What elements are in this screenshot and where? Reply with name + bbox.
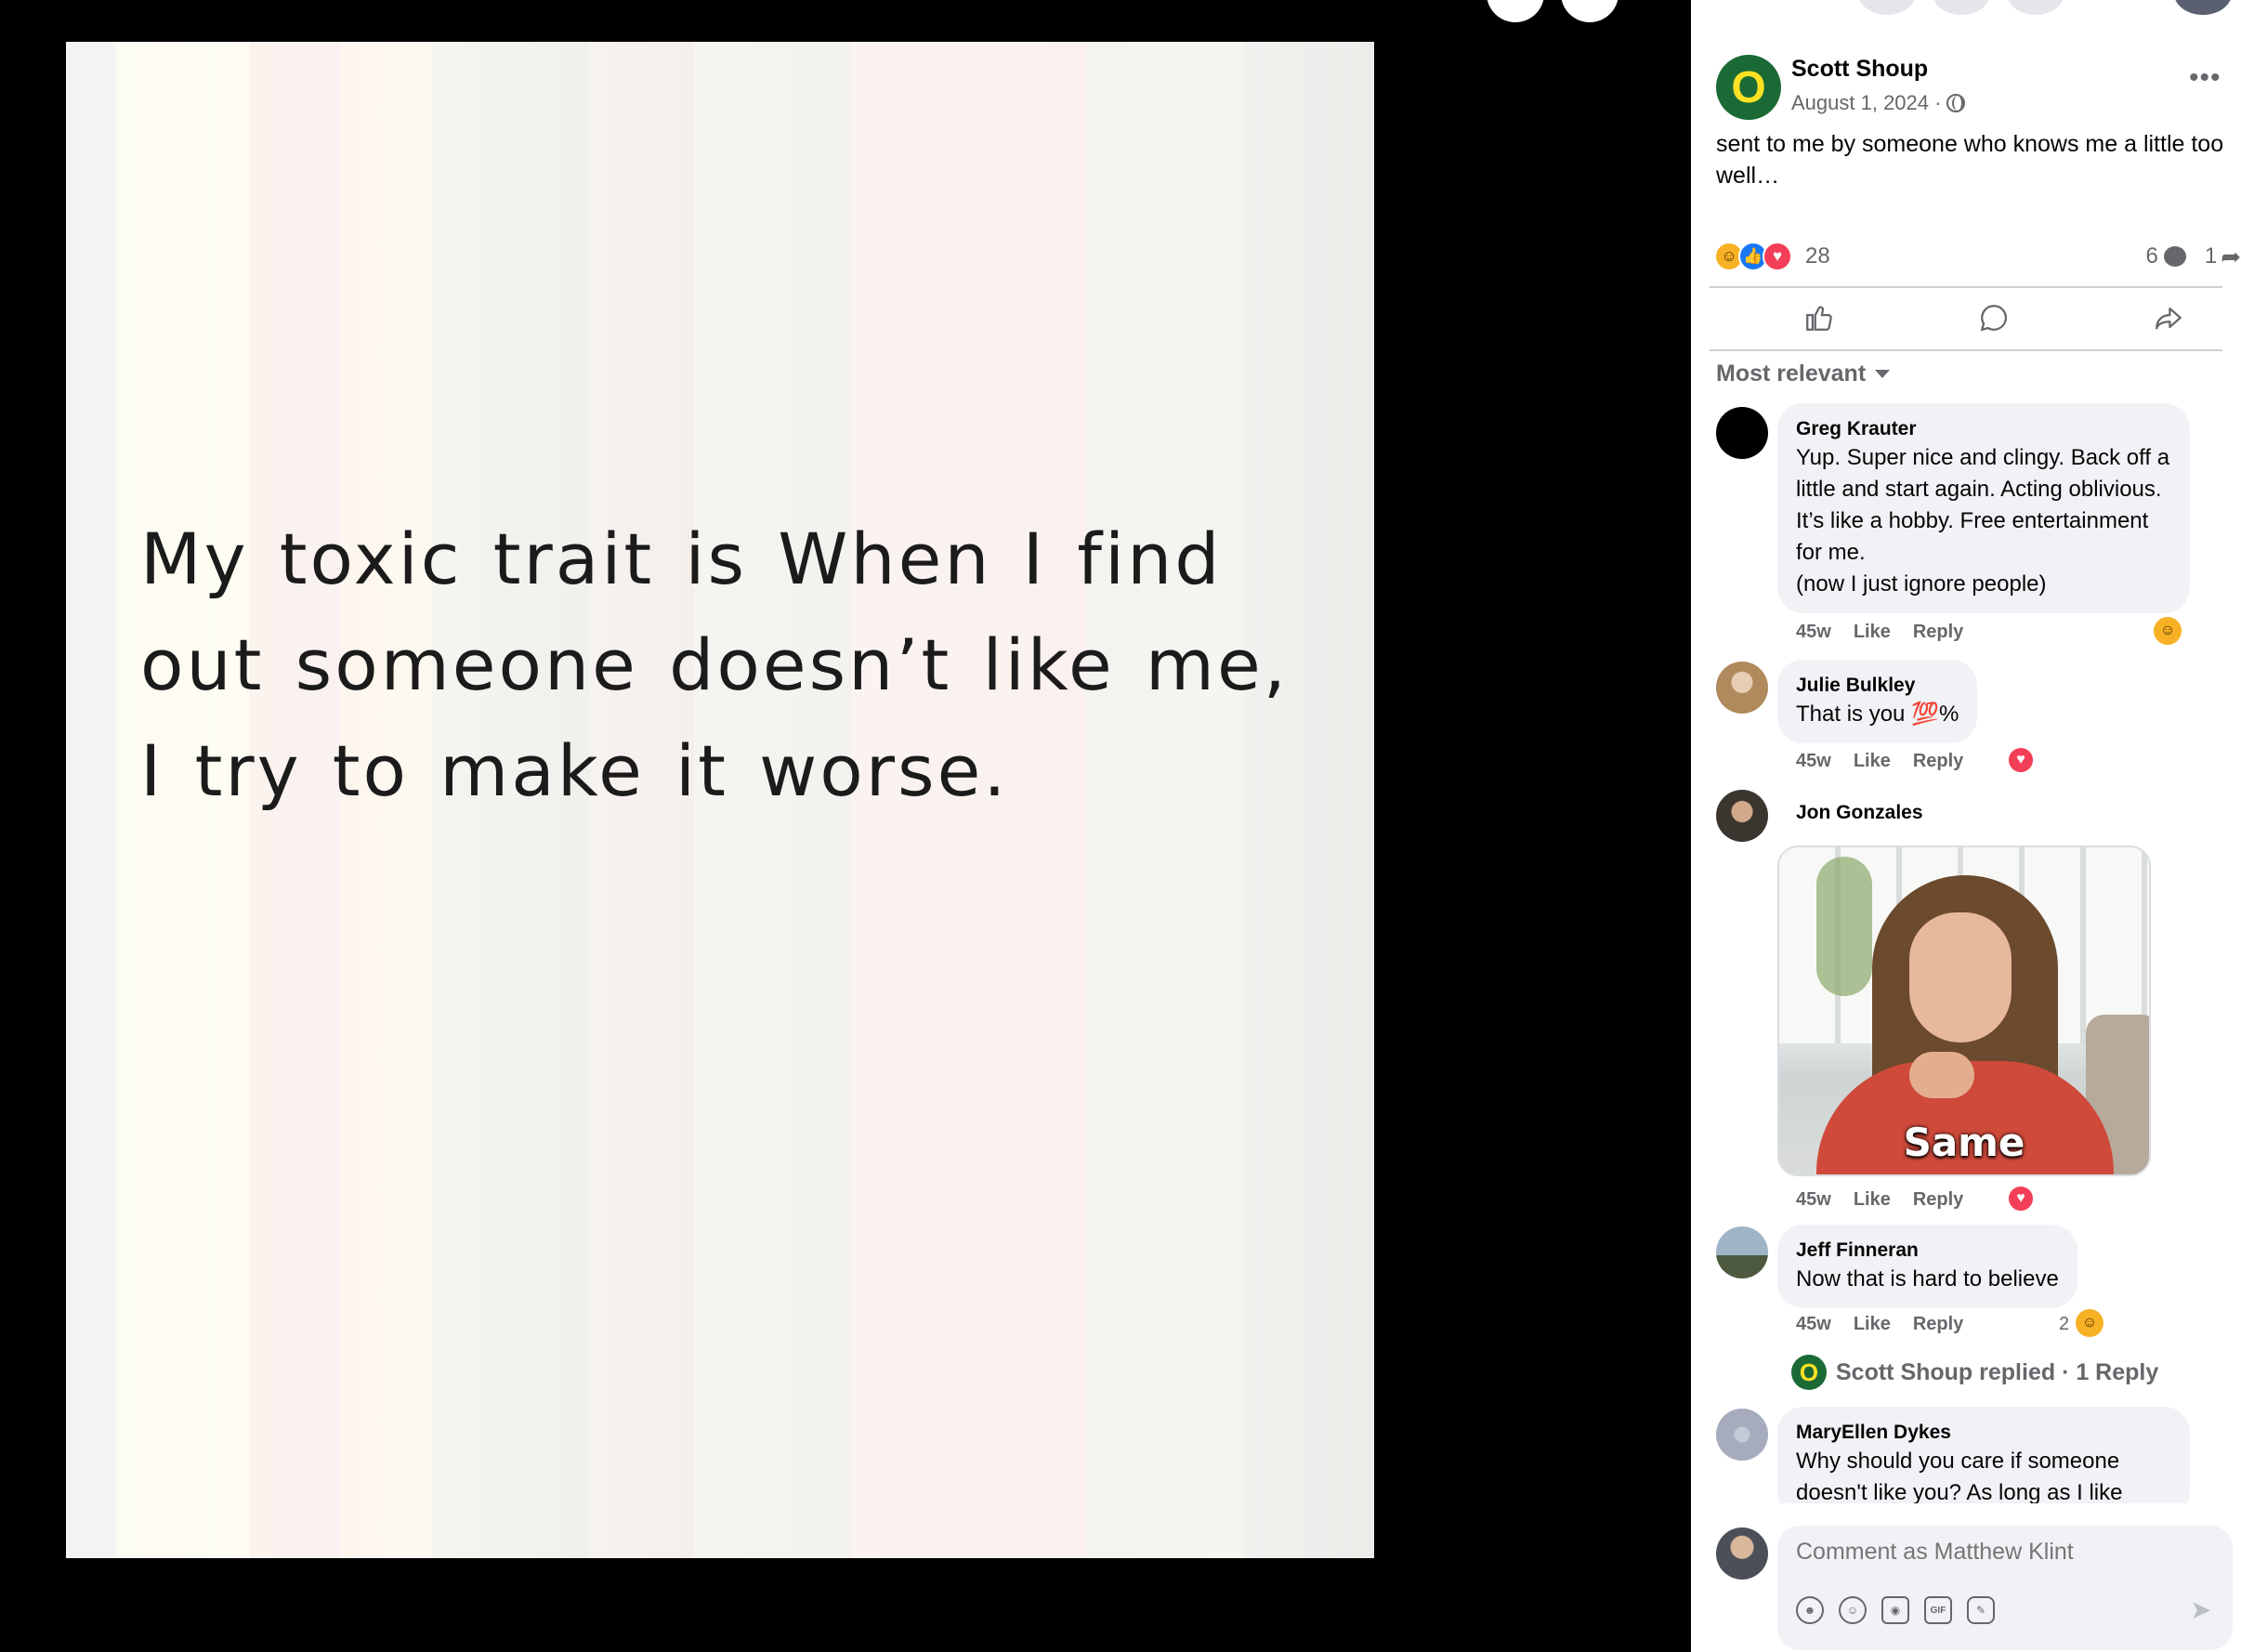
zoom-icon[interactable]	[1561, 0, 1618, 22]
comment-text: Yup. Super nice and clingy. Back off a l…	[1796, 445, 2170, 597]
comment-reply[interactable]: Reply	[1913, 622, 1963, 642]
comment-reply[interactable]: Reply	[1913, 751, 1963, 771]
engagement-counts[interactable]: 6 1 ➦	[2145, 240, 2241, 273]
comment-author[interactable]: Jeff Finneran	[1796, 1238, 2059, 1264]
avatar[interactable]	[1716, 1527, 1768, 1580]
avatar[interactable]	[1716, 407, 1768, 459]
camera-icon[interactable]: ◉	[1881, 1596, 1909, 1624]
comment-bubble: Jeff Finneran Now that is hard to believ…	[1777, 1225, 2077, 1308]
avatar-icon[interactable]: ☻	[1796, 1596, 1824, 1624]
emoji-icon[interactable]: ☺	[1839, 1596, 1867, 1624]
post-author[interactable]: Scott Shoup	[1791, 56, 1928, 83]
comment-gif[interactable]: Same	[1777, 846, 2151, 1176]
avatar: O	[1791, 1355, 1827, 1390]
comment-composer[interactable]: ☻ ☺ ◉ GIF ✎ ➤	[1777, 1526, 2233, 1650]
comment-like[interactable]: Like	[1854, 622, 1891, 642]
photo-text: My toxic trait is When I find out someon…	[140, 518, 1289, 812]
like-icon[interactable]	[1801, 299, 1838, 336]
comment-time[interactable]: 45w	[1796, 751, 1831, 771]
gif-hand	[1909, 1052, 1974, 1098]
header-icon-button[interactable]	[1858, 0, 1916, 15]
comment-time[interactable]: 45w	[1796, 622, 1831, 642]
comment-meta: 45w Like Reply	[1796, 1314, 1985, 1335]
gif-face	[1909, 912, 2012, 1042]
comment-meta: 45w Like Reply	[1796, 1189, 1985, 1211]
replies-label: Scott Shoup replied · 1 Reply	[1836, 1358, 2159, 1385]
comment-author[interactable]: Greg Krauter	[1796, 416, 2171, 442]
avatar[interactable]	[1716, 790, 1768, 842]
comment-reply[interactable]: Reply	[1913, 1314, 1963, 1334]
comment-like[interactable]: Like	[1854, 1314, 1891, 1334]
comment-meta: 45w Like Reply	[1796, 622, 1985, 643]
haha-icon[interactable]: ☺	[2076, 1309, 2103, 1337]
comment-time[interactable]: 45w	[1796, 1314, 1831, 1334]
heart-icon[interactable]: ♥	[2007, 1185, 2035, 1213]
comment-text: Why should you care if someone doesn't l…	[1796, 1449, 2123, 1505]
share-icon[interactable]	[2150, 299, 2187, 336]
reaction-count[interactable]: 2	[2059, 1314, 2069, 1335]
comment-bubble: MaryEllen Dykes Why should you care if s…	[1777, 1407, 2190, 1518]
comment-icon	[2163, 246, 2186, 267]
comment-text: That is you 💯%	[1796, 701, 1959, 727]
comment-input[interactable]	[1796, 1539, 2205, 1566]
sticker-icon[interactable]: ✎	[1967, 1596, 1995, 1624]
author-avatar[interactable]: O	[1716, 55, 1781, 120]
post-date[interactable]: August 1, 2024 ·	[1791, 91, 1966, 115]
view-replies[interactable]: O Scott Shoup replied · 1 Reply	[1791, 1355, 2241, 1390]
comment-author[interactable]: Julie Bulkley	[1796, 673, 1959, 699]
comment-text: Now that is hard to believe	[1796, 1266, 2059, 1291]
more-icon[interactable]: •••	[2189, 64, 2221, 92]
post-photo[interactable]: My toxic trait is When I find out someon…	[66, 42, 1374, 1558]
comment-bubble: Julie Bulkley That is you 💯%	[1777, 660, 1978, 743]
send-icon[interactable]: ➤	[2190, 1594, 2220, 1624]
gif-label: GIF	[1930, 1605, 1946, 1616]
avatar-letter: O	[1799, 1357, 1819, 1386]
comment-count: 6	[2145, 243, 2158, 269]
heart-icon: ♥	[1763, 242, 1792, 271]
photo-viewer: My toxic trait is When I find out someon…	[0, 0, 1691, 1652]
divider	[1710, 286, 2222, 288]
search-icon[interactable]	[1487, 0, 1544, 22]
post-date-text: August 1, 2024 ·	[1791, 91, 1942, 114]
haha-icon[interactable]: ☺	[2154, 617, 2182, 645]
post-caption: sent to me by someone who knows me a lit…	[1716, 131, 2224, 189]
comment-author[interactable]: MaryEllen Dykes	[1796, 1420, 2171, 1446]
account-avatar[interactable]	[2174, 0, 2232, 15]
comment-author[interactable]: Jon Gonzales	[1796, 800, 1923, 826]
comment-reply[interactable]: Reply	[1913, 1189, 1963, 1210]
dropdown-icon	[1875, 370, 1891, 378]
divider	[1710, 349, 2222, 351]
comment-time[interactable]: 45w	[1796, 1189, 1831, 1210]
avatar[interactable]	[1716, 662, 1768, 714]
comment-bubble: Greg Krauter Yup. Super nice and clingy.…	[1777, 403, 2190, 613]
comment-icon[interactable]	[1975, 299, 2012, 336]
gif-caption: Same	[1903, 1120, 2025, 1165]
reaction-count: 28	[1805, 243, 1830, 269]
reaction-summary[interactable]: ☺ 👍 ♥ 28	[1714, 240, 1830, 273]
gif-plant	[1816, 857, 1872, 996]
share-count: 1	[2204, 243, 2218, 269]
avatar[interactable]	[1716, 1409, 1768, 1461]
comment-sort[interactable]: Most relevant	[1716, 361, 1891, 387]
header-icon-button[interactable]	[2007, 0, 2064, 15]
gif-icon[interactable]: GIF	[1924, 1596, 1952, 1624]
heart-icon[interactable]: ♥	[2007, 746, 2035, 774]
avatar[interactable]	[1716, 1226, 1768, 1278]
share-icon: ➦	[2221, 242, 2241, 270]
avatar-letter: O	[1731, 62, 1766, 112]
comment-like[interactable]: Like	[1854, 1189, 1891, 1210]
sort-label: Most relevant	[1716, 361, 1867, 387]
header-icon-button[interactable]	[1933, 0, 1990, 15]
globe-icon	[1946, 94, 1966, 112]
comment-like[interactable]: Like	[1854, 751, 1891, 771]
comment-meta: 45w Like Reply	[1796, 751, 1985, 772]
post-panel: O Scott Shoup August 1, 2024 · ••• sent …	[1691, 0, 2241, 1652]
